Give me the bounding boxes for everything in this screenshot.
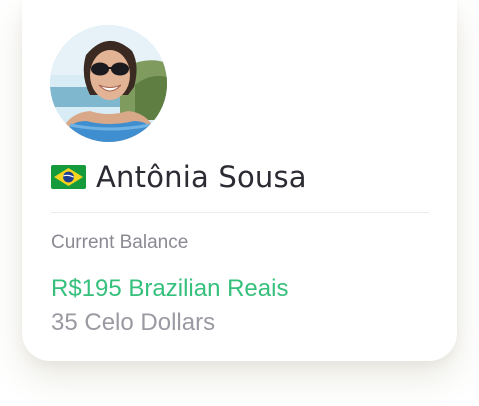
profile-balance-card: Antônia Sousa Current Balance R$195 Braz… (22, 0, 457, 361)
divider (51, 212, 429, 213)
brazil-flag-icon (51, 165, 86, 189)
primary-balance: R$195 Brazilian Reais (51, 275, 289, 302)
user-name: Antônia Sousa (96, 160, 307, 194)
avatar-photo-icon (50, 25, 167, 142)
avatar (50, 25, 167, 142)
secondary-balance: 35 Celo Dollars (51, 309, 216, 336)
name-row: Antônia Sousa (51, 158, 307, 196)
current-balance-label: Current Balance (51, 232, 189, 253)
